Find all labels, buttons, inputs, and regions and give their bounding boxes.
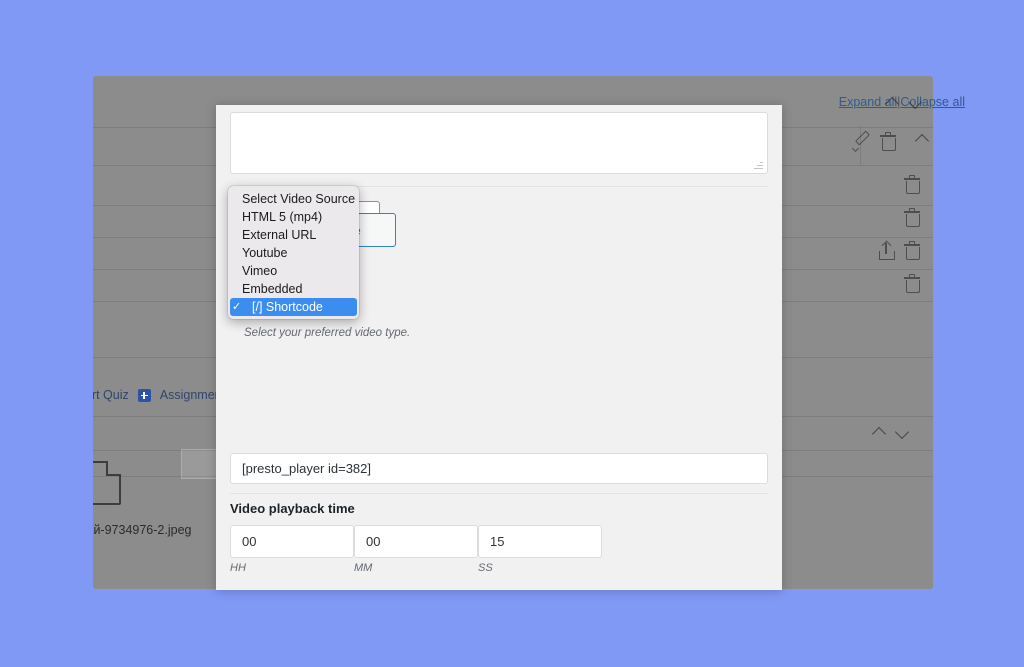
short-quiz-label[interactable]: ort Quiz xyxy=(93,388,129,402)
table-row-actions[interactable] xyxy=(899,205,925,231)
playback-seconds-group: SS xyxy=(478,525,602,574)
playback-minutes-label: MM xyxy=(354,562,373,574)
dropdown-option-youtube[interactable]: Youtube xyxy=(228,244,359,262)
pencil-icon[interactable] xyxy=(849,129,875,155)
dropdown-option-html5[interactable]: HTML 5 (mp4) xyxy=(228,208,359,226)
playback-hours-group: HH xyxy=(230,525,354,574)
chevron-up-icon[interactable] xyxy=(873,426,886,439)
description-textarea[interactable] xyxy=(230,112,768,174)
lesson-settings-modal: e Select your preferred video type. Vide… xyxy=(216,105,782,590)
check-icon: ✓ xyxy=(232,301,242,313)
trash-icon[interactable] xyxy=(899,238,925,264)
trash-icon[interactable] xyxy=(899,271,925,297)
dropdown-option-external-url[interactable]: External URL xyxy=(228,226,359,244)
table-row-actions[interactable] xyxy=(899,172,925,198)
textarea-resize-handle[interactable] xyxy=(754,160,763,169)
video-source-help-text: Select your preferred video type. xyxy=(244,327,411,339)
chevron-down-icon[interactable] xyxy=(896,426,909,439)
chevron-up-icon[interactable] xyxy=(886,96,899,109)
playback-hours-input[interactable] xyxy=(230,525,354,558)
table-row-actions[interactable] xyxy=(873,238,925,264)
trash-icon[interactable] xyxy=(875,129,901,155)
chevron-down-icon[interactable] xyxy=(909,96,922,109)
playback-minutes-input[interactable] xyxy=(354,525,478,558)
shortcode-input[interactable] xyxy=(230,453,768,484)
playback-minutes-group: MM xyxy=(354,525,478,574)
description-field-wrap xyxy=(216,112,782,174)
video-source-dropdown[interactable]: Select Video Source HTML 5 (mp4) Externa… xyxy=(228,186,359,319)
section-collapse-toggle[interactable] xyxy=(916,133,929,146)
section-collapse-toggle-2[interactable] xyxy=(873,426,909,439)
attachment-file-name: кий-9734976-2.jpeg xyxy=(93,523,192,537)
content-type-strip: ort Quiz Assignments xyxy=(93,388,231,402)
playback-seconds-input[interactable] xyxy=(478,525,602,558)
lesson-row-actions[interactable] xyxy=(849,129,901,155)
upload-icon[interactable] xyxy=(873,238,899,264)
trash-icon[interactable] xyxy=(899,205,925,231)
divider xyxy=(230,493,768,494)
toolbar-collapse-toggle[interactable] xyxy=(886,96,922,109)
playback-seconds-label: SS xyxy=(478,562,493,574)
dropdown-option-embedded[interactable]: Embedded xyxy=(228,280,359,298)
playback-hours-label: HH xyxy=(230,562,246,574)
dropdown-option-vimeo[interactable]: Vimeo xyxy=(228,262,359,280)
dropdown-option-select-video-source[interactable]: Select Video Source xyxy=(228,190,359,208)
trash-icon[interactable] xyxy=(899,172,925,198)
chevron-up-icon[interactable] xyxy=(916,133,929,146)
video-playback-time-title: Video playback time xyxy=(230,501,355,516)
dropdown-option-shortcode[interactable]: ✓ [/] Shortcode xyxy=(230,298,357,316)
attachment-preview: кий-9734976-2.jpeg xyxy=(93,449,266,537)
file-icon xyxy=(93,461,121,505)
plus-square-icon[interactable] xyxy=(137,388,151,402)
table-row-actions[interactable] xyxy=(899,271,925,297)
